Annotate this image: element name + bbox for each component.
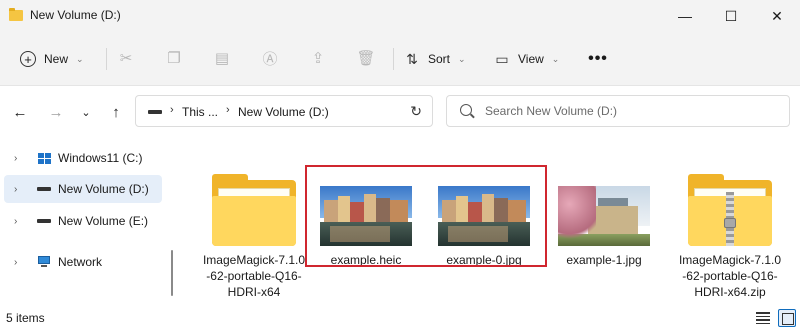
item-count: 5 items xyxy=(6,311,45,325)
sidebar-item-label: New Volume (D:) xyxy=(58,182,149,196)
sidebar-scrollbar[interactable] xyxy=(171,250,173,296)
sort-button-label: Sort xyxy=(428,52,451,66)
file-name: ImageMagick-7.1.0-62-portable-Q16-HDRI-x… xyxy=(202,253,306,299)
sort-icon: ⇅ xyxy=(406,50,418,67)
divider xyxy=(393,48,394,70)
view-button-label: View xyxy=(518,52,544,66)
address-row: ← → ⌄ ↑ › This ... › New Volume (D:) ↻ xyxy=(0,86,800,138)
view-icon: ▭ xyxy=(495,50,509,67)
more-options-button[interactable]: ••• xyxy=(584,45,612,73)
sidebar-item-new-volume-d[interactable]: › New Volume (D:) xyxy=(4,175,162,203)
forward-arrow-icon[interactable]: → xyxy=(46,102,66,122)
delete-icon[interactable]: 🗑 xyxy=(356,49,375,67)
breadcrumb-current[interactable]: New Volume (D:) xyxy=(238,105,329,119)
refresh-icon[interactable]: ↻ xyxy=(410,103,422,120)
sidebar-item-network[interactable]: › Network xyxy=(4,248,162,276)
command-bar: + New ⌄ ✂ ❐ ▤ Ⓐ ⇪ 🗑 ⇅ Sort ⌄ ▭ View ⌄ ••… xyxy=(0,32,800,86)
network-icon xyxy=(36,256,52,268)
maximize-button[interactable]: ☐ xyxy=(708,0,754,32)
window-title: New Volume (D:) xyxy=(30,8,121,22)
chevron-down-icon: ⌄ xyxy=(76,53,84,64)
title-bar: New Volume (D:) — ☐ ✕ xyxy=(0,0,800,32)
sidebar-item-label: Windows11 (C:) xyxy=(58,151,143,165)
chevron-right-icon[interactable]: › xyxy=(14,257,28,268)
file-item-folder[interactable]: ImageMagick-7.1.0-62-portable-Q16-HDRI-x… xyxy=(202,152,306,299)
chevron-down-icon: ⌄ xyxy=(458,53,466,64)
file-list: ImageMagick-7.1.0-62-portable-Q16-HDRI-x… xyxy=(180,138,800,308)
up-arrow-icon[interactable]: ↑ xyxy=(106,102,126,122)
chevron-right-icon[interactable]: › xyxy=(14,153,28,164)
divider xyxy=(106,48,107,70)
drive-icon xyxy=(36,183,52,195)
paste-icon[interactable]: ▤ xyxy=(213,49,231,67)
sidebar-item-windows11-c[interactable]: › Windows11 (C:) xyxy=(4,144,162,172)
drive-icon xyxy=(36,215,52,227)
sidebar-item-label: Network xyxy=(58,255,103,269)
address-bar[interactable]: › This ... › New Volume (D:) ↻ xyxy=(135,95,433,127)
search-box[interactable] xyxy=(446,95,790,127)
large-icons-view-icon[interactable] xyxy=(778,309,796,327)
plus-icon: + xyxy=(20,51,36,67)
view-button[interactable]: ▭ View ⌄ xyxy=(494,45,559,73)
chevron-right-icon[interactable]: › xyxy=(14,216,28,227)
close-button[interactable]: ✕ xyxy=(754,0,800,32)
folder-icon xyxy=(9,8,23,21)
sidebar-item-new-volume-e[interactable]: › New Volume (E:) xyxy=(4,207,162,235)
file-item-zip[interactable]: ImageMagick-7.1.0-62-portable-Q16-HDRI-x… xyxy=(678,152,782,299)
share-icon[interactable]: ⇪ xyxy=(309,49,327,67)
new-button-label: New xyxy=(44,52,69,66)
drive-icon xyxy=(148,110,162,114)
search-input[interactable] xyxy=(485,101,775,121)
sidebar-item-label: New Volume (E:) xyxy=(58,214,149,228)
new-button[interactable]: + New ⌄ xyxy=(14,45,98,73)
navigation-pane: › Windows11 (C:) › New Volume (D:) › New… xyxy=(0,138,176,308)
details-view-icon[interactable] xyxy=(756,310,772,326)
windows-drive-icon xyxy=(36,152,52,164)
search-icon xyxy=(460,104,472,116)
file-item-example-1-jpg[interactable]: example-1.jpg xyxy=(552,152,656,298)
status-bar: 5 items xyxy=(0,308,800,329)
folder-icon xyxy=(208,174,300,246)
chevron-right-icon[interactable]: › xyxy=(14,184,28,195)
breadcrumb-chevron-icon[interactable]: › xyxy=(226,104,230,116)
breadcrumb-this-pc[interactable]: This ... xyxy=(182,105,218,119)
rename-icon[interactable]: Ⓐ xyxy=(261,49,279,68)
back-arrow-icon[interactable]: ← xyxy=(10,102,30,122)
copy-icon[interactable]: ❐ xyxy=(165,49,183,67)
minimize-button[interactable]: — xyxy=(662,0,708,32)
zip-folder-icon xyxy=(684,174,776,246)
file-name: example-1.jpg xyxy=(566,253,642,267)
annotation-highlight-box xyxy=(305,165,547,267)
sort-button[interactable]: ⇅ Sort ⌄ xyxy=(404,45,466,73)
chevron-down-icon: ⌄ xyxy=(551,53,560,64)
cut-icon[interactable]: ✂ xyxy=(117,49,135,67)
image-thumbnail xyxy=(558,174,650,246)
recent-locations-chevron-icon[interactable]: ⌄ xyxy=(76,102,96,122)
breadcrumb-chevron-icon[interactable]: › xyxy=(170,104,174,116)
file-name: ImageMagick-7.1.0-62-portable-Q16-HDRI-x… xyxy=(678,253,782,299)
